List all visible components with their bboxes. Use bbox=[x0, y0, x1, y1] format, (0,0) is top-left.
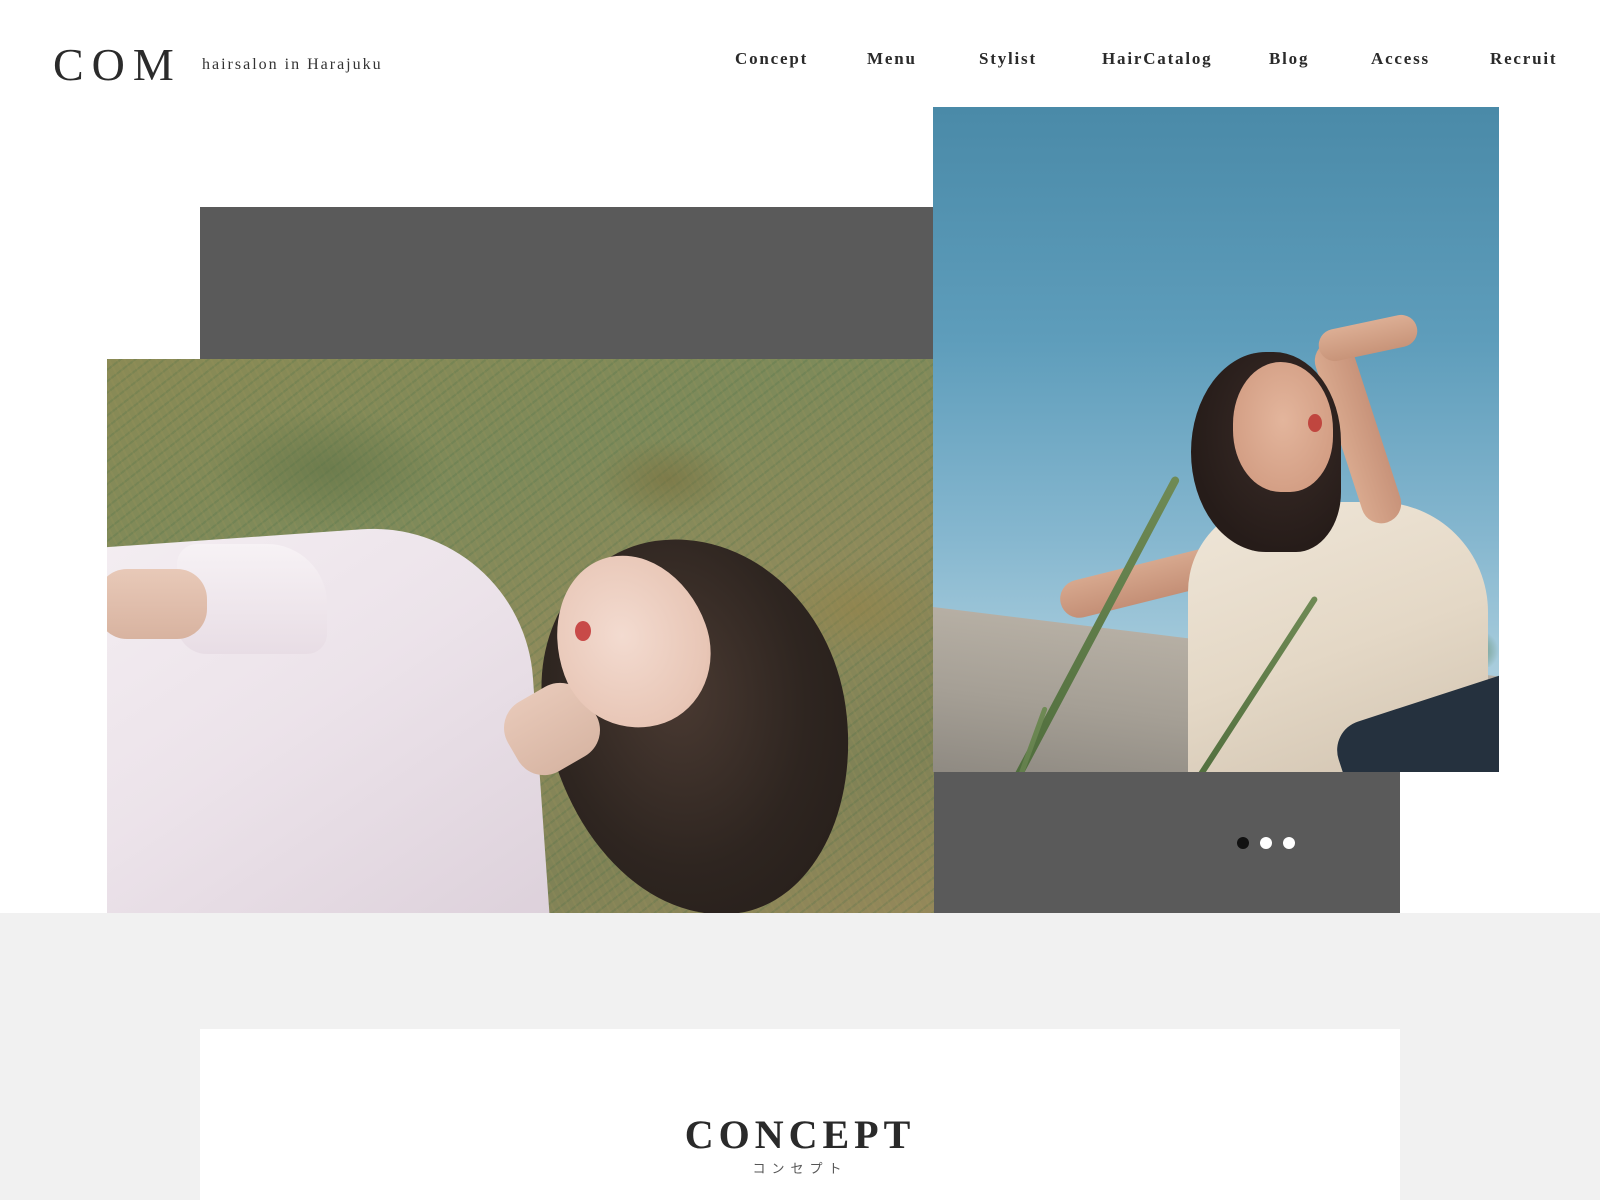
hero-backdrop-top bbox=[200, 207, 934, 360]
nav-menu[interactable]: Menu bbox=[867, 49, 917, 69]
nav-hair-catalog[interactable]: HairCatalog bbox=[1102, 49, 1212, 69]
photo-lips bbox=[575, 621, 591, 641]
nav-access[interactable]: Access bbox=[1371, 49, 1430, 69]
photo-arm bbox=[107, 569, 207, 639]
slider-pagination bbox=[1237, 837, 1307, 851]
nav-blog[interactable]: Blog bbox=[1269, 49, 1309, 69]
slider-dot-1[interactable] bbox=[1237, 837, 1249, 849]
hero-backdrop-bottom bbox=[932, 770, 1400, 913]
concept-card: CONCEPT コンセプト bbox=[200, 1029, 1400, 1200]
nav-stylist[interactable]: Stylist bbox=[979, 49, 1037, 69]
main-nav: Concept Menu Stylist HairCatalog Blog Ac… bbox=[0, 49, 1600, 73]
slider-dot-2[interactable] bbox=[1260, 837, 1272, 849]
site-header: COM hairsalon in Harajuku Concept Menu S… bbox=[0, 0, 1600, 110]
concept-title: CONCEPT bbox=[684, 1112, 916, 1157]
hero-photo-sky bbox=[933, 107, 1499, 772]
photo-lips bbox=[1308, 414, 1322, 432]
photo-raised-hand bbox=[1315, 311, 1421, 365]
concept-subtitle: コンセプト bbox=[752, 1162, 848, 1177]
hero-photo-grass bbox=[107, 359, 934, 913]
nav-recruit[interactable]: Recruit bbox=[1490, 49, 1557, 69]
nav-concept[interactable]: Concept bbox=[735, 49, 808, 69]
slider-dot-3[interactable] bbox=[1283, 837, 1295, 849]
